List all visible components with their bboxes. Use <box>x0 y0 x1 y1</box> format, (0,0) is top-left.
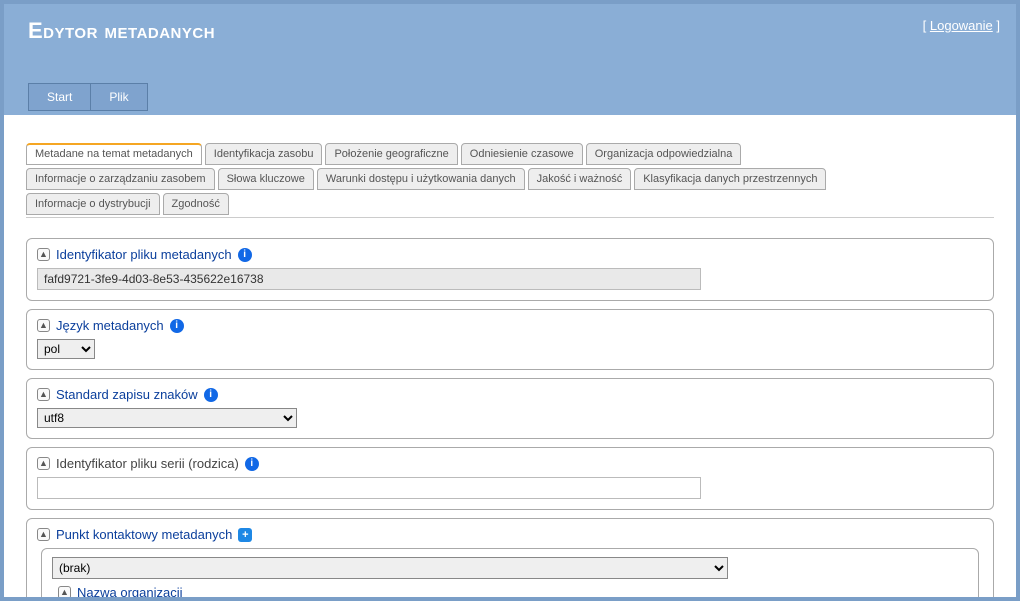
parent-id-input[interactable] <box>37 477 701 499</box>
info-icon[interactable]: i <box>245 457 259 471</box>
file-id-input <box>37 268 701 290</box>
menu-start[interactable]: Start <box>28 83 91 111</box>
collapse-icon[interactable]: ▲ <box>37 319 50 332</box>
add-icon[interactable]: + <box>238 528 252 542</box>
tab-row-1: Metadane na temat metadanych Identyfikac… <box>26 143 994 165</box>
info-icon[interactable]: i <box>204 388 218 402</box>
tab-zarzadzanie[interactable]: Informacje o zarządzaniu zasobem <box>26 168 215 190</box>
field-language: ▲ Język metadanych i pol <box>26 309 994 370</box>
field-label: Identyfikator pliku serii (rodzica) <box>56 456 239 471</box>
tab-metadane[interactable]: Metadane na temat metadanych <box>26 143 202 165</box>
tab-zgodnosc[interactable]: Zgodność <box>163 193 229 215</box>
menu-plik[interactable]: Plik <box>91 83 147 111</box>
collapse-icon[interactable]: ▲ <box>37 457 50 470</box>
tab-polozenie[interactable]: Położenie geograficzne <box>325 143 457 165</box>
tab-odniesienie[interactable]: Odniesienie czasowe <box>461 143 583 165</box>
tab-identyfikacja[interactable]: Identyfikacja zasobu <box>205 143 323 165</box>
collapse-icon[interactable]: ▲ <box>37 388 50 401</box>
field-header: ▲ Język metadanych i <box>37 318 983 333</box>
language-select[interactable]: pol <box>37 339 95 359</box>
field-header: ▲ Identyfikator pliku serii (rodzica) i <box>37 456 983 471</box>
menubar: Start Plik <box>28 83 148 111</box>
contact-nested2: ▲ Nazwa organizacji <box>52 585 968 600</box>
app-header: Edytor metadanych [ Logowanie ] Start Pl… <box>4 4 1016 115</box>
field-header: ▲ Identyfikator pliku metadanych i <box>37 247 983 262</box>
field-charset: ▲ Standard zapisu znaków i utf8 <box>26 378 994 439</box>
field-label: Standard zapisu znaków <box>56 387 198 402</box>
tab-panel: ▲ Identyfikator pliku metadanych i ▲ Jęz… <box>26 217 994 601</box>
tab-slowa-kluczowe[interactable]: Słowa kluczowe <box>218 168 314 190</box>
field-header: ▲ Punkt kontaktowy metadanych + <box>37 527 983 542</box>
tab-jakosc[interactable]: Jakość i ważność <box>528 168 632 190</box>
tab-row-3: Informacje o dystrybucji Zgodność <box>26 193 994 215</box>
field-contact: ▲ Punkt kontaktowy metadanych + (brak) ▲… <box>26 518 994 601</box>
contact-select[interactable]: (brak) <box>52 557 728 579</box>
login-link[interactable]: Logowanie <box>930 18 993 33</box>
charset-select[interactable]: utf8 <box>37 408 297 428</box>
tab-dystrybucja[interactable]: Informacje o dystrybucji <box>26 193 160 215</box>
field-header: ▲ Standard zapisu znaków i <box>37 387 983 402</box>
tab-organizacja[interactable]: Organizacja odpowiedzialna <box>586 143 742 165</box>
contact-nested: (brak) ▲ Nazwa organizacji <box>41 548 979 601</box>
field-header: ▲ Nazwa organizacji <box>58 585 968 600</box>
content-area: Metadane na temat metadanych Identyfikac… <box>4 115 1016 601</box>
app-frame: Edytor metadanych [ Logowanie ] Start Pl… <box>0 0 1020 601</box>
tab-klasyfikacja[interactable]: Klasyfikacja danych przestrzennych <box>634 168 826 190</box>
field-label: Język metadanych <box>56 318 164 333</box>
info-icon[interactable]: i <box>170 319 184 333</box>
collapse-icon[interactable]: ▲ <box>37 248 50 261</box>
login-area: [ Logowanie ] <box>923 18 1000 33</box>
field-file-id: ▲ Identyfikator pliku metadanych i <box>26 238 994 301</box>
tab-row-2: Informacje o zarządzaniu zasobem Słowa k… <box>26 168 994 190</box>
field-parent-id: ▲ Identyfikator pliku serii (rodzica) i <box>26 447 994 510</box>
collapse-icon[interactable]: ▲ <box>37 528 50 541</box>
info-icon[interactable]: i <box>238 248 252 262</box>
org-name-label: Nazwa organizacji <box>77 585 183 600</box>
tab-warunki[interactable]: Warunki dostępu i użytkowania danych <box>317 168 525 190</box>
field-label: Punkt kontaktowy metadanych <box>56 527 232 542</box>
app-title: Edytor metadanych <box>4 4 1016 44</box>
field-label: Identyfikator pliku metadanych <box>56 247 232 262</box>
collapse-icon[interactable]: ▲ <box>58 586 71 599</box>
